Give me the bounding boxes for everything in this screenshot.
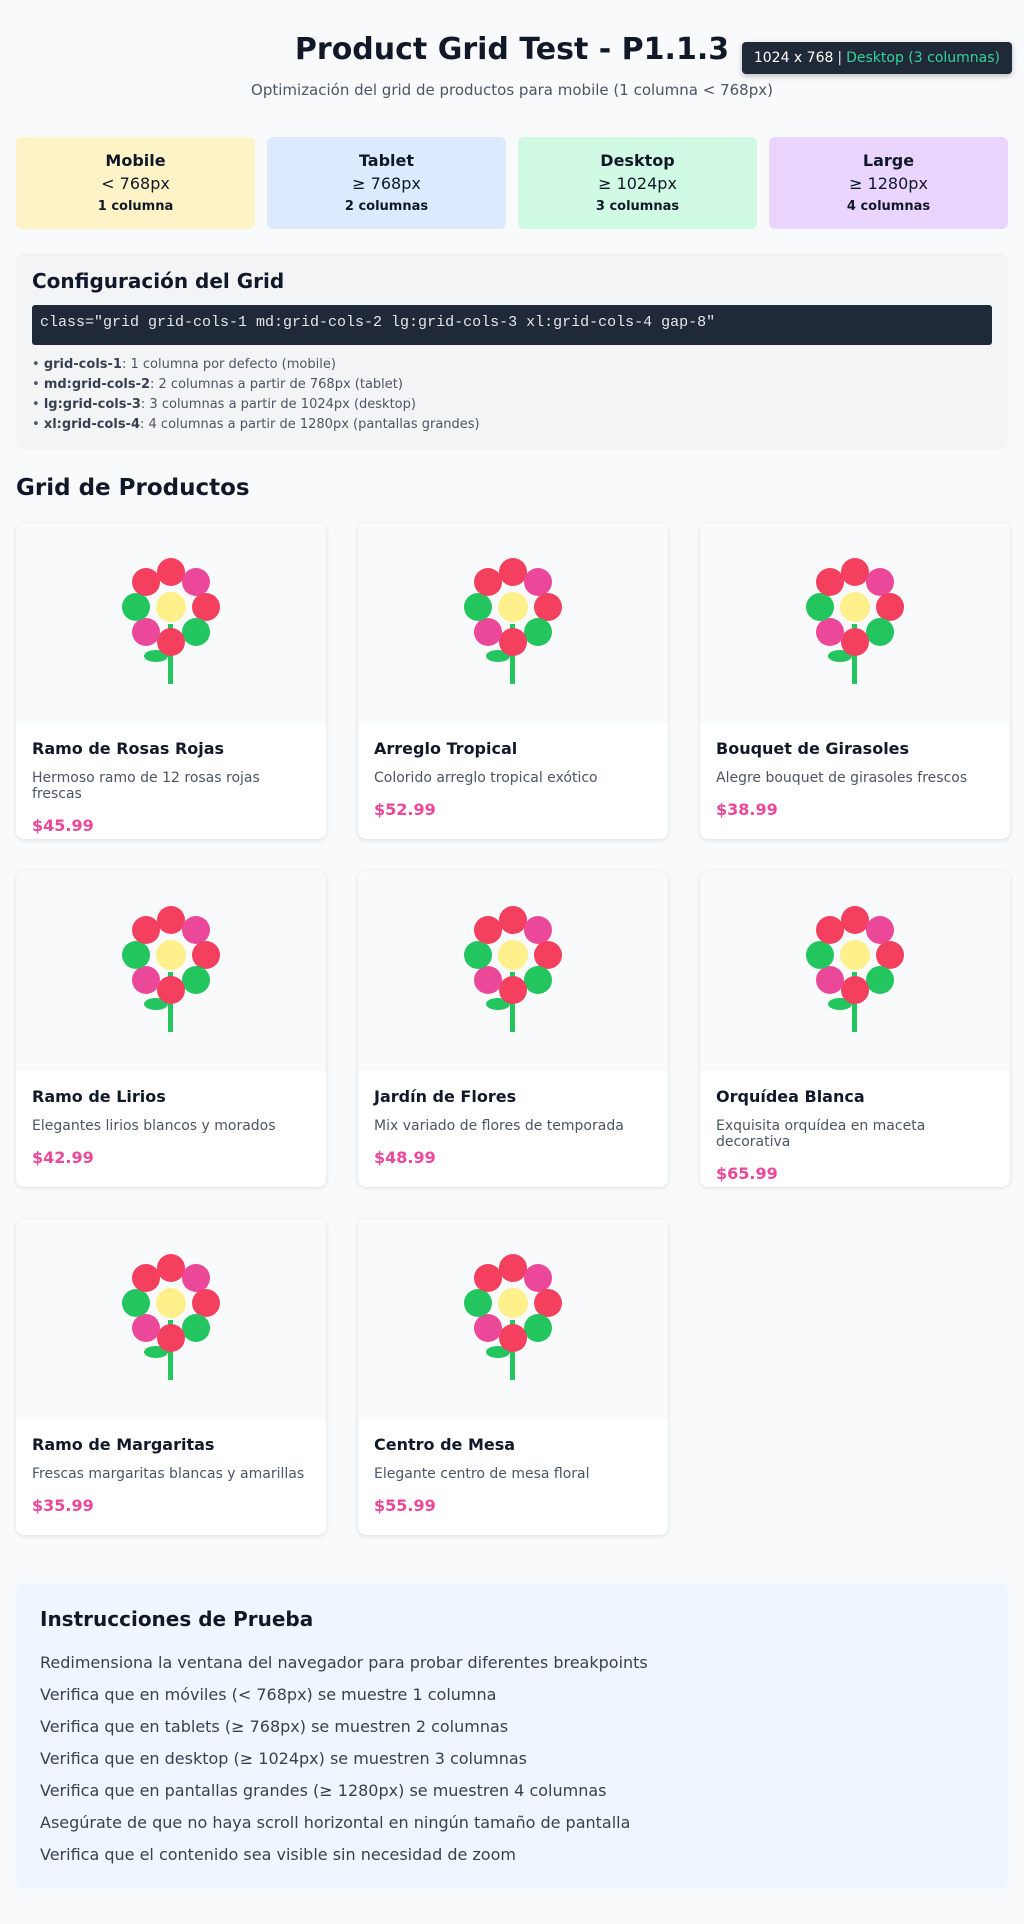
product-image <box>358 523 668 723</box>
product-name: Ramo de Rosas Rojas <box>32 739 225 758</box>
breakpoint-card-desktop: Desktop ≥ 1024px 3 columnas <box>518 137 757 229</box>
config-note: • xl:grid-cols-4: 4 columnas a partir de… <box>32 417 480 432</box>
test-instructions: Instrucciones de Prueba Redimensiona la … <box>16 1583 1008 1889</box>
instruction-item: Verifica que en desktop (≥ 1024px) se mu… <box>40 1749 527 1768</box>
viewport-mode: Desktop (3 columnas) <box>846 50 1000 66</box>
config-note-text: : 3 columnas a partir de 1024px (desktop… <box>140 397 416 412</box>
product-description: Mix variado de flores de temporada <box>374 1118 624 1134</box>
instructions-list: Redimensiona la ventana del navegador pa… <box>40 1647 984 1871</box>
product-card[interactable]: Centro de Mesa Elegante centro de mesa f… <box>358 1219 668 1535</box>
product-price: $65.99 <box>716 1164 778 1183</box>
flower-icon <box>464 1254 562 1380</box>
product-name: Jardín de Flores <box>374 1087 517 1106</box>
product-price: $48.99 <box>374 1148 436 1167</box>
product-description: Elegante centro de mesa floral <box>374 1466 590 1482</box>
breakpoint-name: Desktop <box>600 151 675 170</box>
product-name: Ramo de Lirios <box>32 1087 166 1106</box>
instruction-item: Verifica que el contenido sea visible si… <box>40 1845 516 1864</box>
product-description: Frescas margaritas blancas y amarillas <box>32 1466 305 1482</box>
breakpoint-columns: 3 columnas <box>595 199 680 214</box>
product-price: $55.99 <box>374 1496 436 1515</box>
config-notes: • grid-cols-1: 1 columna por defecto (mo… <box>32 355 992 435</box>
product-price: $38.99 <box>716 800 778 819</box>
breakpoint-range: ≥ 1280px <box>849 174 928 193</box>
instructions-title: Instrucciones de Prueba <box>40 1607 314 1631</box>
page-subtitle: Optimización del grid de productos para … <box>251 81 773 99</box>
instruction-item: Verifica que en móviles (< 768px) se mue… <box>40 1685 497 1704</box>
instruction-item: Verifica que en tablets (≥ 768px) se mue… <box>40 1717 509 1736</box>
viewport-size: 1024 x 768 <box>753 50 834 66</box>
product-image <box>358 1219 668 1419</box>
config-note-key: grid-cols-1 <box>43 357 122 372</box>
config-note-key: lg:grid-cols-3 <box>43 397 141 412</box>
breakpoint-card-tablet: Tablet ≥ 768px 2 columnas <box>267 137 506 229</box>
breakpoint-columns: 2 columnas <box>344 199 429 214</box>
flower-icon <box>122 558 220 684</box>
instruction-item: Verifica que en pantallas grandes (≥ 128… <box>40 1781 607 1800</box>
product-name: Bouquet de Girasoles <box>716 739 910 758</box>
flower-icon <box>122 1254 220 1380</box>
config-note-text: : 4 columnas a partir de 1280px (pantall… <box>140 417 480 432</box>
product-card[interactable]: Ramo de Rosas Rojas Hermoso ramo de 12 r… <box>16 523 326 839</box>
breakpoint-name: Mobile <box>105 151 166 170</box>
config-note-text: : 2 columnas a partir de 768px (tablet) <box>150 377 403 392</box>
product-price: $45.99 <box>32 816 94 835</box>
product-price: $52.99 <box>374 800 436 819</box>
flower-icon <box>806 906 904 1032</box>
breakpoint-range: < 768px <box>101 174 170 193</box>
flower-icon <box>806 558 904 684</box>
grid-config-panel: Configuración del Grid class="grid grid-… <box>16 253 1008 449</box>
grid-title: Grid de Productos <box>16 475 250 501</box>
breakpoint-name: Large <box>862 151 915 170</box>
product-name: Centro de Mesa <box>374 1435 516 1454</box>
product-image <box>16 523 326 723</box>
breakpoint-columns: 1 columna <box>97 199 174 214</box>
flower-icon <box>464 906 562 1032</box>
product-card[interactable]: Bouquet de Girasoles Alegre bouquet de g… <box>700 523 1010 839</box>
config-note-key: xl:grid-cols-4 <box>43 417 140 432</box>
product-price: $42.99 <box>32 1148 94 1167</box>
breakpoint-card-mobile: Mobile < 768px 1 columna <box>16 137 255 229</box>
product-card[interactable]: Jardín de Flores Mix variado de flores d… <box>358 871 668 1187</box>
product-name: Orquídea Blanca <box>716 1087 865 1106</box>
viewport-indicator: 1024 x 768 | Desktop (3 columnas) <box>741 42 1012 74</box>
main-container: Product Grid Test - P1.1.3 Optimización … <box>0 32 1024 1889</box>
product-description: Hermoso ramo de 12 rosas rojas frescas <box>32 770 260 802</box>
product-description: Elegantes lirios blancos y morados <box>32 1118 276 1134</box>
product-card[interactable]: Orquídea Blanca Exquisita orquídea en ma… <box>700 871 1010 1187</box>
breakpoint-range: ≥ 1024px <box>598 174 677 193</box>
breakpoint-cards: Mobile < 768px 1 columna Tablet ≥ 768px … <box>16 137 1008 229</box>
product-image <box>700 871 1010 1071</box>
product-image <box>358 871 668 1071</box>
flower-icon <box>122 906 220 1032</box>
viewport-separator: | <box>837 50 843 66</box>
code-snippet: class="grid grid-cols-1 md:grid-cols-2 l… <box>32 305 992 345</box>
config-note: • md:grid-cols-2: 2 columnas a partir de… <box>32 377 403 392</box>
product-description: Colorido arreglo tropical exótico <box>374 770 598 786</box>
product-card[interactable]: Ramo de Lirios Elegantes lirios blancos … <box>16 871 326 1187</box>
config-note: • lg:grid-cols-3: 3 columnas a partir de… <box>32 397 416 412</box>
breakpoint-name: Tablet <box>358 151 415 170</box>
breakpoint-range: ≥ 768px <box>352 174 421 193</box>
instruction-item: Redimensiona la ventana del navegador pa… <box>40 1653 648 1672</box>
breakpoint-card-large: Large ≥ 1280px 4 columnas <box>769 137 1008 229</box>
config-title: Configuración del Grid <box>32 269 285 293</box>
config-note-text: : 1 columna por defecto (mobile) <box>121 357 336 372</box>
product-grid: Ramo de Rosas Rojas Hermoso ramo de 12 r… <box>16 523 1010 1535</box>
product-description: Alegre bouquet de girasoles frescos <box>716 770 968 786</box>
product-price: $35.99 <box>32 1496 94 1515</box>
config-note: • grid-cols-1: 1 columna por defecto (mo… <box>32 357 336 372</box>
product-image <box>700 523 1010 723</box>
product-image <box>16 1219 326 1419</box>
config-note-key: md:grid-cols-2 <box>43 377 151 392</box>
product-card[interactable]: Arreglo Tropical Colorido arreglo tropic… <box>358 523 668 839</box>
product-name: Arreglo Tropical <box>374 739 518 758</box>
product-description: Exquisita orquídea en maceta decorativa <box>716 1118 926 1150</box>
breakpoint-columns: 4 columnas <box>846 199 931 214</box>
product-image <box>16 871 326 1071</box>
product-card[interactable]: Ramo de Margaritas Frescas margaritas bl… <box>16 1219 326 1535</box>
flower-icon <box>464 558 562 684</box>
product-name: Ramo de Margaritas <box>32 1435 215 1454</box>
instruction-item: Asegúrate de que no haya scroll horizont… <box>40 1813 631 1832</box>
